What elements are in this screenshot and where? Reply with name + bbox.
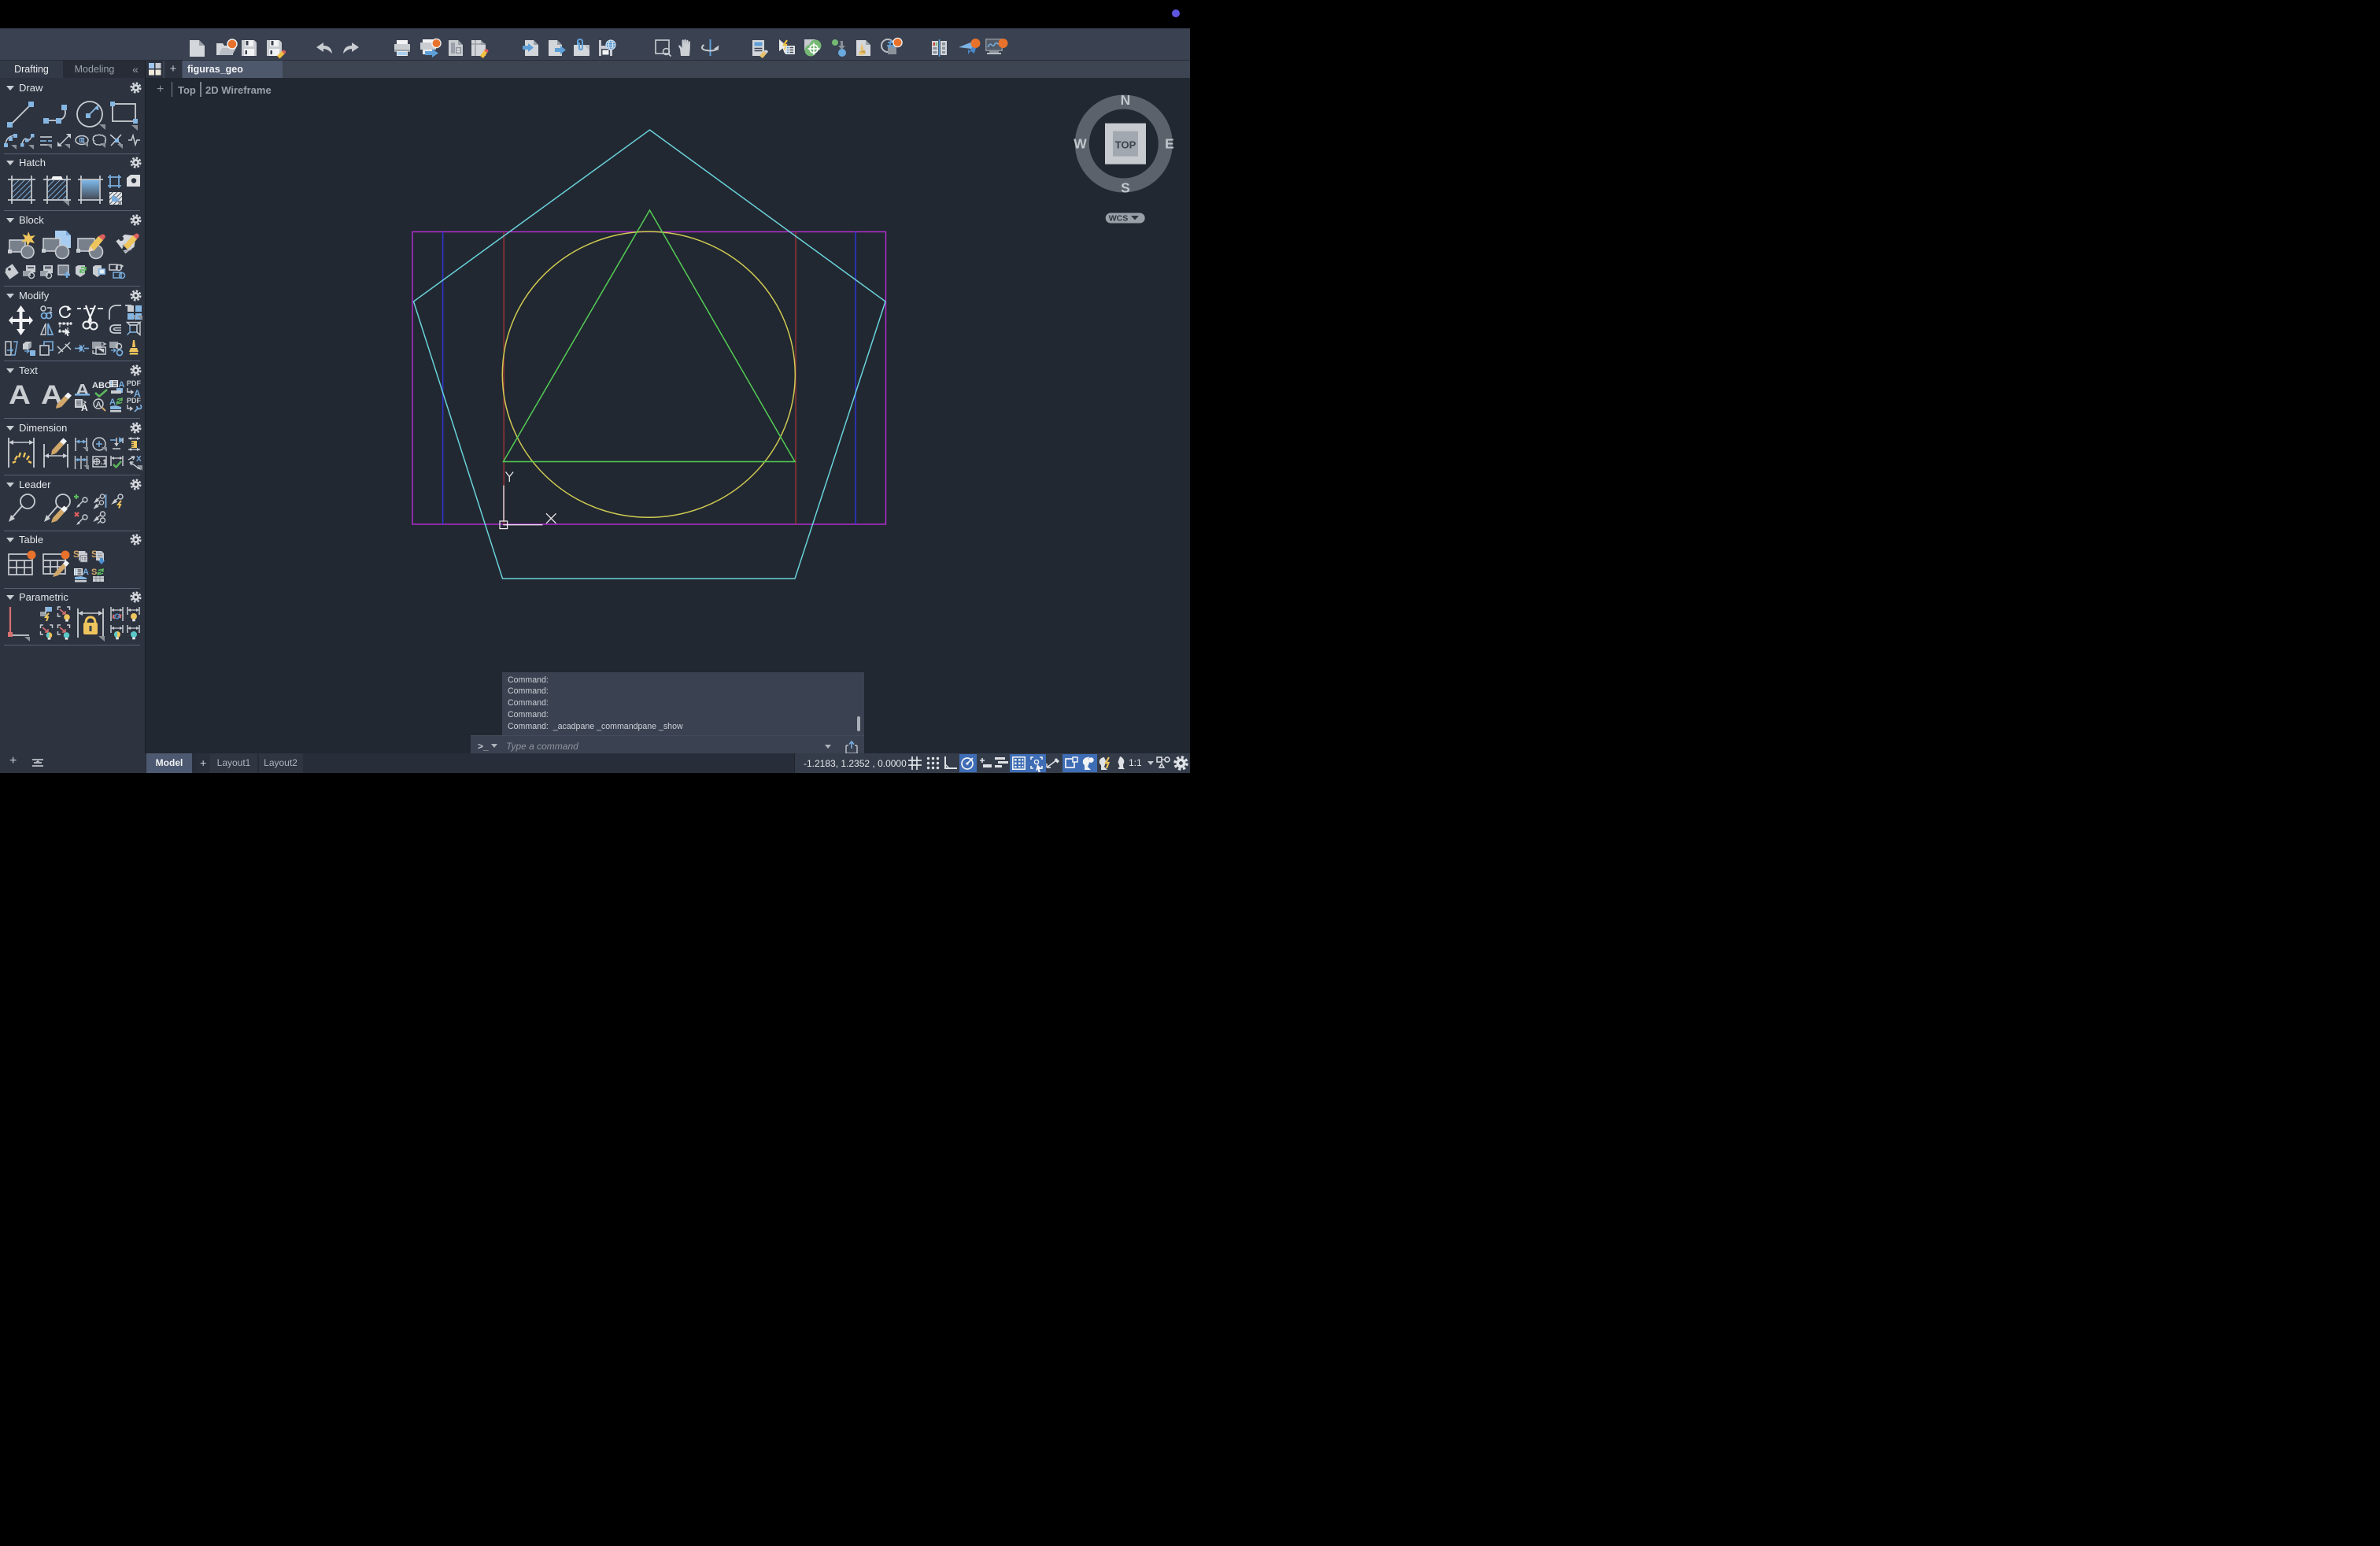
svg-text:A: A	[81, 402, 88, 413]
svg-text:S: S	[1121, 180, 1130, 196]
svg-text:A: A	[96, 401, 102, 409]
svg-text:W: W	[1074, 136, 1087, 152]
svg-text:WCS: WCS	[1109, 214, 1129, 224]
svg-text:S: S	[91, 568, 97, 577]
svg-text:X: X	[136, 455, 142, 464]
svg-text:E: E	[1165, 136, 1174, 152]
svg-text:A: A	[83, 568, 89, 577]
svg-text:N: N	[1121, 92, 1131, 108]
svg-text:S: S	[73, 549, 79, 560]
svg-text:TOP: TOP	[1115, 139, 1136, 151]
svg-text:.1: .1	[101, 458, 107, 466]
